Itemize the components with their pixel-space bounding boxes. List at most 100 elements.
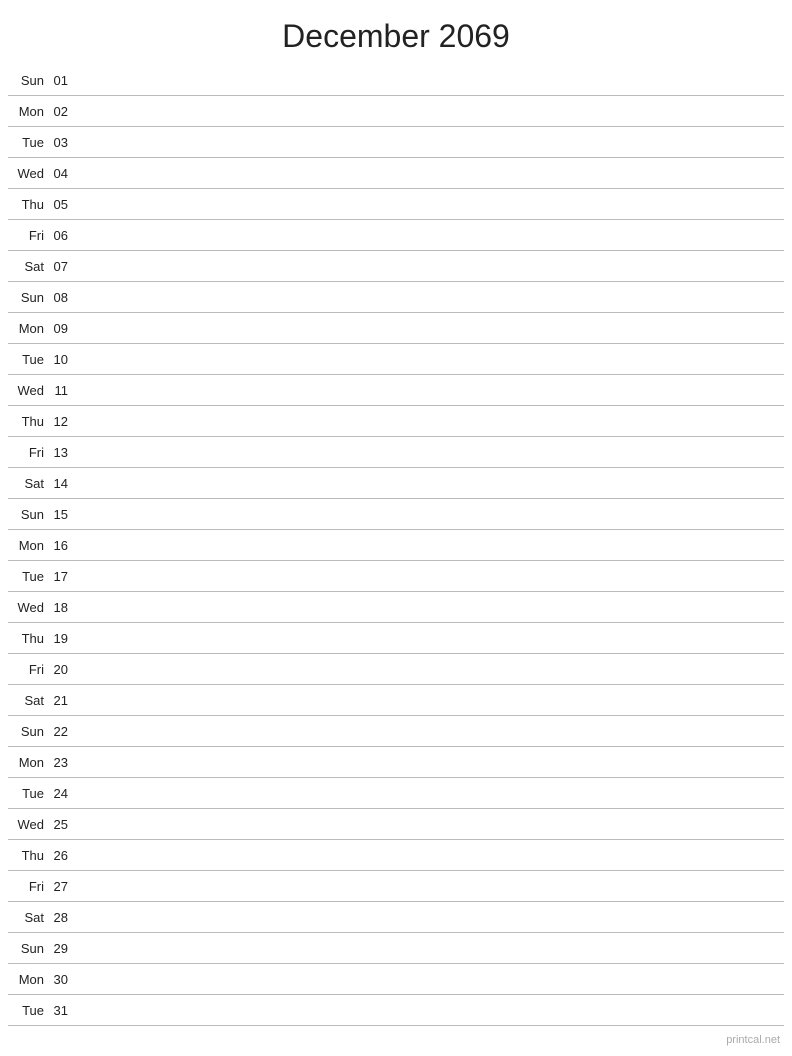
day-number: 01 [48,73,76,88]
day-number: 03 [48,135,76,150]
day-number: 29 [48,941,76,956]
day-number: 09 [48,321,76,336]
calendar-row: Fri27 [8,871,784,902]
day-name: Mon [8,104,48,119]
day-line [76,328,784,329]
day-line [76,638,784,639]
day-line [76,948,784,949]
calendar-row: Tue31 [8,995,784,1026]
day-name: Tue [8,135,48,150]
day-name: Mon [8,972,48,987]
calendar-row: Wed25 [8,809,784,840]
day-line [76,793,784,794]
day-name: Thu [8,414,48,429]
day-name: Thu [8,197,48,212]
day-number: 28 [48,910,76,925]
day-number: 22 [48,724,76,739]
day-name: Sun [8,290,48,305]
day-number: 05 [48,197,76,212]
calendar-container: Sun01Mon02Tue03Wed04Thu05Fri06Sat07Sun08… [0,65,792,1026]
day-line [76,979,784,980]
day-name: Sat [8,910,48,925]
day-line [76,204,784,205]
day-line [76,545,784,546]
day-name: Mon [8,321,48,336]
day-line [76,390,784,391]
footer-text: printcal.net [726,1034,780,1046]
calendar-row: Mon09 [8,313,784,344]
calendar-row: Mon16 [8,530,784,561]
day-name: Tue [8,1003,48,1018]
calendar-row: Mon30 [8,964,784,995]
day-name: Sat [8,476,48,491]
day-number: 02 [48,104,76,119]
day-name: Sun [8,941,48,956]
calendar-row: Sun22 [8,716,784,747]
day-number: 27 [48,879,76,894]
day-line [76,266,784,267]
day-number: 21 [48,693,76,708]
day-line [76,886,784,887]
day-name: Fri [8,228,48,243]
day-number: 15 [48,507,76,522]
day-name: Thu [8,631,48,646]
day-number: 23 [48,755,76,770]
calendar-row: Fri06 [8,220,784,251]
day-line [76,824,784,825]
day-name: Sun [8,507,48,522]
calendar-row: Mon23 [8,747,784,778]
day-line [76,855,784,856]
calendar-row: Thu12 [8,406,784,437]
calendar-row: Fri20 [8,654,784,685]
calendar-row: Tue17 [8,561,784,592]
day-line [76,576,784,577]
day-line [76,607,784,608]
day-number: 25 [48,817,76,832]
day-line [76,1010,784,1011]
day-name: Wed [8,383,48,398]
day-name: Sat [8,259,48,274]
day-name: Fri [8,879,48,894]
day-name: Tue [8,352,48,367]
day-line [76,762,784,763]
day-line [76,142,784,143]
day-name: Tue [8,786,48,801]
day-number: 04 [48,166,76,181]
calendar-row: Tue10 [8,344,784,375]
day-line [76,173,784,174]
day-number: 08 [48,290,76,305]
day-number: 07 [48,259,76,274]
day-number: 11 [48,383,76,398]
day-name: Fri [8,445,48,460]
day-line [76,669,784,670]
day-line [76,421,784,422]
day-number: 13 [48,445,76,460]
calendar-row: Mon02 [8,96,784,127]
day-line [76,483,784,484]
day-number: 12 [48,414,76,429]
day-line [76,359,784,360]
day-line [76,235,784,236]
calendar-row: Sat28 [8,902,784,933]
day-number: 06 [48,228,76,243]
day-number: 26 [48,848,76,863]
day-name: Wed [8,817,48,832]
calendar-row: Wed04 [8,158,784,189]
calendar-row: Fri13 [8,437,784,468]
calendar-row: Thu26 [8,840,784,871]
day-number: 19 [48,631,76,646]
day-name: Sun [8,724,48,739]
day-name: Sat [8,693,48,708]
calendar-row: Sat21 [8,685,784,716]
day-name: Wed [8,166,48,181]
calendar-row: Wed18 [8,592,784,623]
day-line [76,452,784,453]
calendar-row: Sun15 [8,499,784,530]
day-number: 31 [48,1003,76,1018]
calendar-row: Thu19 [8,623,784,654]
day-line [76,111,784,112]
day-number: 30 [48,972,76,987]
day-number: 20 [48,662,76,677]
day-name: Sun [8,73,48,88]
day-name: Fri [8,662,48,677]
